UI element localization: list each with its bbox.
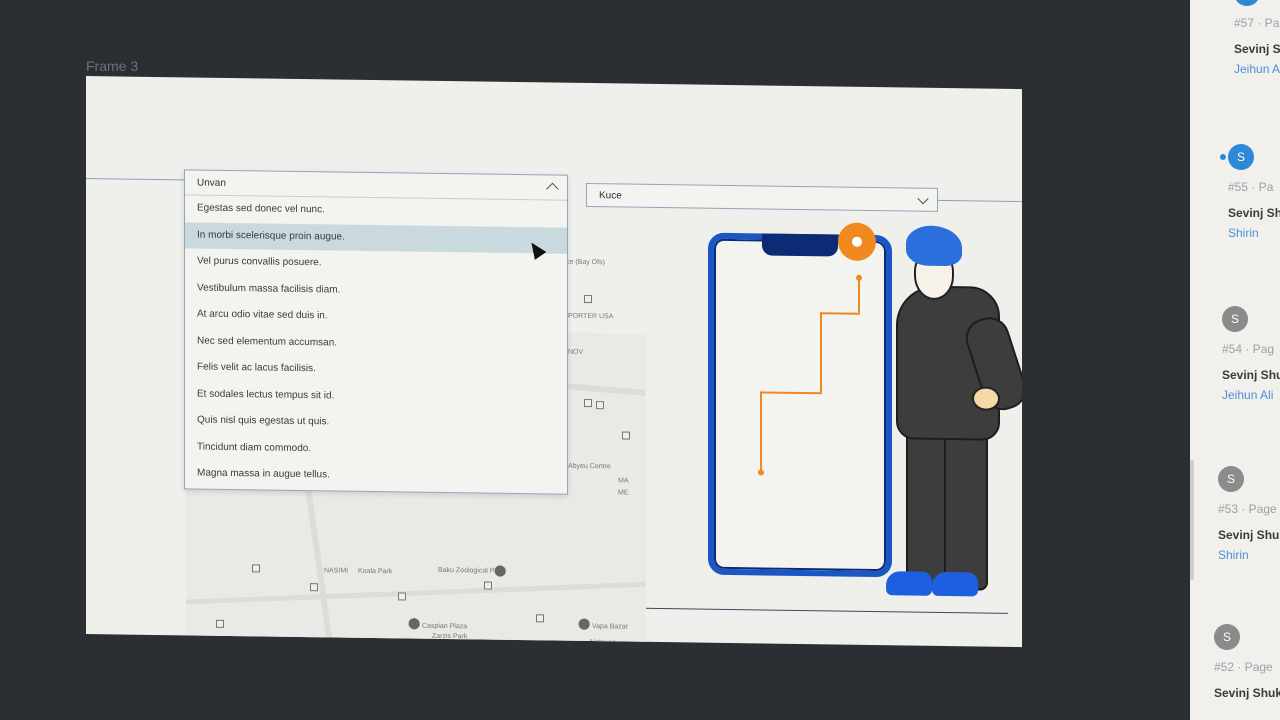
map-marker bbox=[484, 581, 492, 590]
divider-line bbox=[86, 178, 184, 181]
map-label: ce (Bay Ofs) bbox=[566, 258, 605, 267]
map-marker bbox=[536, 614, 544, 623]
person-hair bbox=[906, 225, 962, 267]
map-label: Zarzis Park bbox=[432, 632, 468, 641]
route-line bbox=[760, 391, 762, 472]
map-marker bbox=[584, 398, 592, 408]
person-shoe bbox=[932, 571, 978, 597]
avatar bbox=[1234, 0, 1260, 6]
chevron-down-icon[interactable] bbox=[917, 193, 929, 205]
dropdown-option[interactable]: Magna massa in augue tellus. bbox=[185, 460, 567, 492]
comment-mention[interactable]: Shirin bbox=[1218, 548, 1280, 562]
phone-notch bbox=[762, 233, 838, 257]
scrollbar[interactable] bbox=[1190, 460, 1194, 580]
comment-number: #55 · Pa bbox=[1228, 180, 1274, 194]
comment-item[interactable]: S #54 · Pag Sevinj Shu Jeihun Ali bbox=[1222, 306, 1280, 402]
dropdown-kuce[interactable]: Kuce bbox=[586, 182, 938, 212]
comment-author: Sevinj S bbox=[1234, 42, 1280, 56]
comment-item[interactable]: #57 · Pa Sevinj S Jeihun A bbox=[1234, 0, 1280, 76]
avatar: S bbox=[1222, 306, 1248, 332]
location-pin-icon bbox=[838, 222, 876, 262]
person-shoe bbox=[886, 571, 932, 596]
comment-item[interactable]: S #55 · Pa Sevinj Sh Shirin bbox=[1220, 144, 1280, 240]
comment-mention[interactable]: Jeihun A bbox=[1234, 62, 1280, 76]
map-road bbox=[186, 581, 646, 605]
map-pin-icon[interactable]: ⬤ bbox=[578, 617, 590, 630]
map-label: Abyeu Centre bbox=[568, 462, 611, 471]
avatar: S bbox=[1218, 466, 1244, 492]
comment-author: Sevinj Shuk bbox=[1218, 528, 1280, 542]
divider-line bbox=[938, 199, 1022, 203]
map-label: ME bbox=[618, 489, 629, 497]
person-hand bbox=[972, 386, 1000, 411]
unread-dot-icon bbox=[1220, 154, 1226, 160]
map-pin-icon[interactable]: ⬤ bbox=[494, 564, 506, 577]
map-marker bbox=[584, 294, 592, 304]
design-frame[interactable]: NASIMI Koala Park Baku Zoological Park C… bbox=[86, 76, 1022, 648]
comment-item[interactable]: S #52 · Page Sevinj Shuk bbox=[1214, 624, 1280, 700]
map-marker bbox=[252, 564, 260, 573]
dropdown-unvan[interactable]: Unvan Egestas sed donec vel nunc. In mor… bbox=[184, 169, 568, 495]
comment-author: Sevinj Shu bbox=[1222, 368, 1280, 382]
chevron-up-icon[interactable] bbox=[546, 182, 559, 196]
dropdown-header[interactable]: Unvan bbox=[185, 170, 567, 201]
divider-line bbox=[608, 607, 1008, 614]
comment-item[interactable]: S #53 · Page Sevinj Shuk Shirin bbox=[1218, 466, 1280, 562]
comments-panel[interactable]: #57 · Pa Sevinj S Jeihun A S #55 · Pa Se… bbox=[1190, 0, 1280, 720]
comment-number: #52 · Page bbox=[1214, 660, 1273, 674]
map-label: NASIMI bbox=[324, 567, 349, 575]
map-marker bbox=[596, 401, 604, 410]
map-label: Caspian Plaza bbox=[422, 622, 468, 631]
frame-label[interactable]: Frame 3 bbox=[86, 58, 138, 74]
map-label: PORTER USA bbox=[568, 312, 614, 321]
route-line bbox=[858, 276, 860, 313]
comment-mention[interactable]: Jeihun Ali bbox=[1222, 388, 1280, 402]
map-pin-icon[interactable]: ⬤ bbox=[408, 616, 420, 629]
route-line bbox=[820, 312, 822, 393]
map-marker bbox=[398, 592, 406, 601]
map-marker bbox=[310, 583, 318, 592]
avatar: S bbox=[1214, 624, 1240, 650]
comment-author: Sevinj Sh bbox=[1228, 206, 1280, 220]
map-marker bbox=[622, 431, 630, 440]
map-label: MA bbox=[618, 477, 629, 485]
comment-number: #53 · Page bbox=[1218, 502, 1277, 516]
dropdown-label: Unvan bbox=[197, 177, 226, 189]
comment-number: #54 · Pag bbox=[1222, 342, 1275, 356]
person-leg bbox=[944, 425, 988, 591]
map-marker bbox=[216, 619, 224, 628]
avatar: S bbox=[1228, 144, 1254, 170]
map-label: NOV bbox=[568, 348, 584, 356]
map-label: Natavan bbox=[590, 639, 617, 647]
comment-author: Sevinj Shuk bbox=[1214, 686, 1280, 700]
phone-illustration bbox=[708, 232, 892, 578]
dropdown-label: Kuce bbox=[599, 189, 622, 201]
comment-number: #57 · Pa bbox=[1234, 16, 1280, 30]
comment-mention[interactable]: Shirin bbox=[1228, 226, 1280, 240]
map-label: Koala Park bbox=[358, 567, 393, 576]
map-label: Vapa Bazar bbox=[592, 623, 629, 631]
person-illustration bbox=[886, 225, 1022, 607]
route-dot bbox=[758, 469, 764, 476]
